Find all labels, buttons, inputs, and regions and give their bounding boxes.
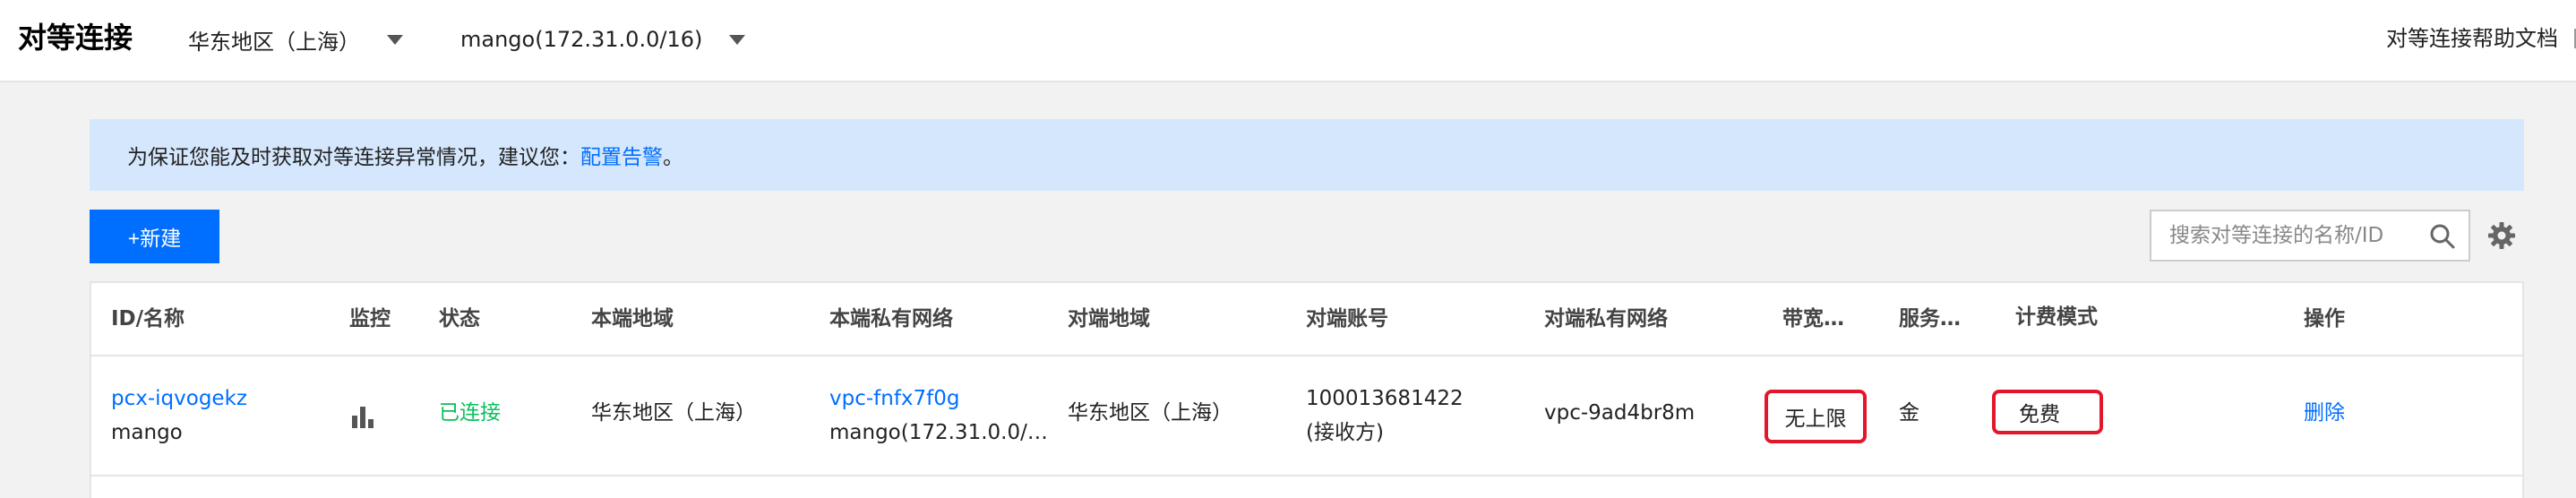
alert-text: 为保证您能及时获取对等连接异常情况，建议您： bbox=[127, 146, 580, 169]
peer-account-id: 100013681422 bbox=[1306, 387, 1464, 410]
col-peer-region: 对端地域 bbox=[1068, 307, 1150, 331]
search-input[interactable] bbox=[2151, 211, 2420, 260]
cell-bandwidth: 无上限 bbox=[1765, 390, 1867, 443]
chevron-down-icon bbox=[729, 34, 746, 45]
col-id-name: ID/名称 bbox=[111, 307, 185, 331]
col-peer-account: 对端账号 bbox=[1306, 307, 1388, 331]
cell-id-name: pcx-iqvogekz mango bbox=[111, 382, 247, 450]
cell-service: 金 bbox=[1899, 401, 1919, 425]
search-box bbox=[2150, 210, 2470, 262]
local-vpc-name: mango(172.31.0.0/… bbox=[829, 421, 1048, 444]
cell-peer-vpc: vpc-9ad4br8m bbox=[1544, 401, 1696, 425]
bar-chart-icon[interactable] bbox=[349, 403, 376, 430]
cell-peer-region: 华东地区（上海） bbox=[1068, 401, 1232, 425]
new-button[interactable]: +新建 bbox=[90, 210, 219, 263]
col-monitor: 监控 bbox=[349, 307, 391, 331]
bandwidth-value: 无上限 bbox=[1784, 408, 1847, 431]
peer-account-note: (接收方) bbox=[1306, 421, 1384, 444]
status-connected: 已连接 bbox=[439, 401, 501, 425]
delete-link[interactable]: 删除 bbox=[2304, 396, 2345, 430]
col-local-vpc: 本端私有网络 bbox=[829, 307, 953, 331]
gear-icon[interactable] bbox=[2486, 220, 2517, 251]
help-doc-link[interactable]: 对等连接帮助文档 bbox=[2386, 23, 2558, 54]
chevron-down-icon bbox=[387, 34, 403, 45]
col-action: 操作 bbox=[2304, 307, 2345, 331]
cell-local-vpc: vpc-fnfx7f0g mango(172.31.0.0/… bbox=[829, 382, 1048, 450]
page-title: 对等连接 bbox=[18, 21, 133, 55]
top-bar: 对等连接 华东地区（上海） mango(172.31.0.0/16) 对等连接帮… bbox=[0, 0, 2576, 82]
region-select-label: 华东地区（上海） bbox=[188, 29, 360, 55]
cell-peer-account: 100013681422 (接收方) bbox=[1306, 382, 1464, 450]
table-row: pcx-iqvogekz mango 已连接 华东地区（上海） vpc-fnfx… bbox=[91, 356, 2522, 477]
peering-name: mango bbox=[111, 421, 183, 444]
billing-value: 免费 bbox=[2019, 403, 2060, 426]
vpc-select[interactable]: mango(172.31.0.0/16) bbox=[460, 23, 746, 56]
alert-suffix: 。 bbox=[663, 146, 683, 169]
col-bandwidth: 带宽… bbox=[1782, 307, 1844, 331]
cell-local-region: 华东地区（上海） bbox=[591, 401, 756, 425]
local-vpc-link[interactable]: vpc-fnfx7f0g bbox=[829, 382, 1048, 416]
col-peer-vpc: 对端私有网络 bbox=[1544, 307, 1668, 331]
alert-banner: 为保证您能及时获取对等连接异常情况，建议您： 配置告警。 bbox=[90, 119, 2524, 191]
peering-table: ID/名称 监控 状态 本端地域 本端私有网络 对端地域 对端账号 对端私有网络… bbox=[90, 281, 2524, 498]
region-select[interactable]: 华东地区（上海） bbox=[188, 23, 403, 56]
col-billing: 计费模式 bbox=[2015, 305, 2098, 329]
vpc-select-label: mango(172.31.0.0/16) bbox=[460, 27, 703, 52]
col-service: 服务… bbox=[1899, 307, 1961, 331]
configure-alarm-link[interactable]: 配置告警 bbox=[580, 140, 663, 170]
cell-billing: 免费 bbox=[1992, 390, 2103, 434]
peering-id-link[interactable]: pcx-iqvogekz bbox=[111, 382, 247, 416]
table-header: ID/名称 监控 状态 本端地域 本端私有网络 对端地域 对端账号 对端私有网络… bbox=[91, 283, 2522, 356]
col-status: 状态 bbox=[439, 307, 480, 331]
search-icon[interactable] bbox=[2429, 223, 2456, 250]
col-local-region: 本端地域 bbox=[591, 307, 674, 331]
